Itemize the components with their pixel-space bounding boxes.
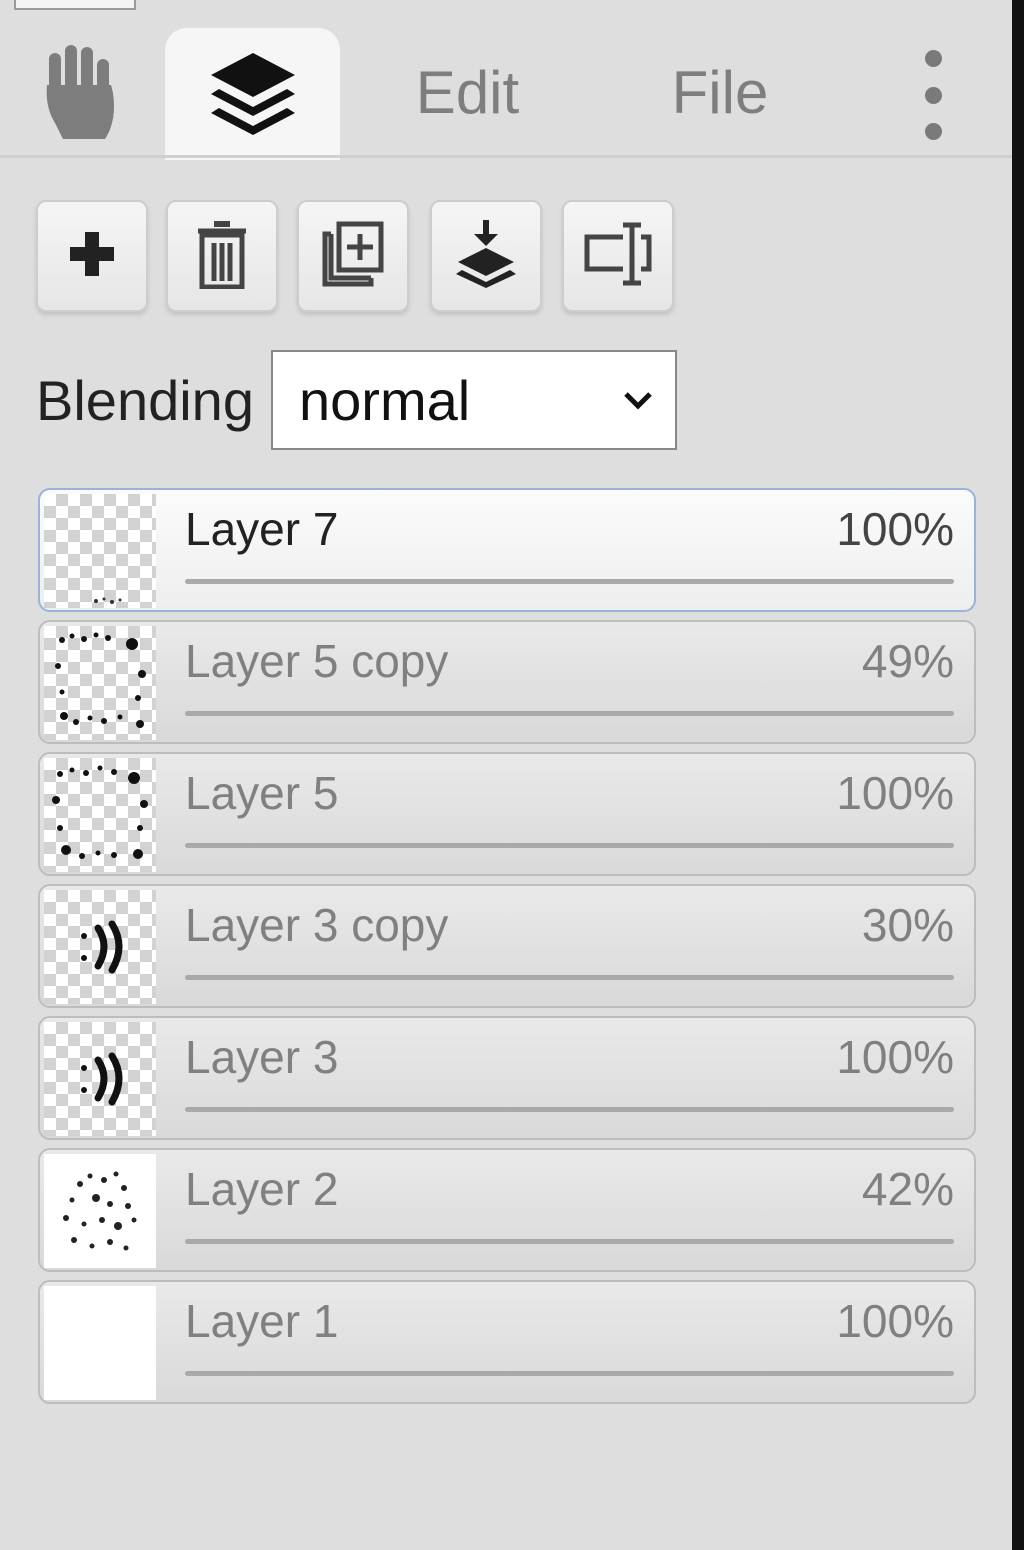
window-edge xyxy=(1012,0,1024,1550)
blending-label: Blending xyxy=(36,369,254,432)
layer-opacity-value: 100% xyxy=(836,1295,954,1347)
opacity-slider[interactable] xyxy=(185,1371,954,1376)
duplicate-icon xyxy=(321,220,385,293)
layer-thumbnail xyxy=(44,890,156,1004)
layer-name: Layer 1 xyxy=(185,1295,339,1347)
layer-thumbnail xyxy=(44,1022,156,1136)
rename-icon xyxy=(583,219,653,294)
layer-opacity-value: 30% xyxy=(861,899,954,951)
layer-thumbnail xyxy=(44,1154,156,1268)
tab-bar: Edit File xyxy=(0,0,1012,160)
layer-row[interactable]: Layer 3 100% xyxy=(38,1016,976,1140)
blending-value: normal xyxy=(299,368,471,432)
layer-name: Layer 7 xyxy=(185,503,339,555)
delete-layer-button[interactable] xyxy=(166,200,278,312)
opacity-slider[interactable] xyxy=(185,1107,954,1112)
tab-layers[interactable] xyxy=(165,28,340,160)
trash-icon xyxy=(196,219,248,294)
opacity-slider[interactable] xyxy=(185,843,954,848)
layer-name: Layer 2 xyxy=(185,1163,339,1215)
layer-opacity-value: 100% xyxy=(836,767,954,819)
hand-icon xyxy=(41,44,125,146)
more-vertical-icon[interactable] xyxy=(900,50,966,140)
tab-file[interactable]: File xyxy=(650,52,790,132)
layer-opacity-value: 42% xyxy=(861,1163,954,1215)
layer-thumbnail xyxy=(44,758,156,872)
layer-row[interactable]: Layer 2 42% xyxy=(38,1148,976,1272)
layer-thumbnail xyxy=(44,1286,156,1400)
layer-opacity-value: 49% xyxy=(861,635,954,687)
tab-bar-divider xyxy=(0,155,1012,158)
layer-name: Layer 5 xyxy=(185,767,339,819)
layer-row[interactable]: Layer 5 copy 49% xyxy=(38,620,976,744)
merge-down-icon xyxy=(454,219,518,293)
layer-opacity-value: 100% xyxy=(836,503,954,555)
merge-down-button[interactable] xyxy=(430,200,542,312)
layer-row[interactable]: Layer 1 100% xyxy=(38,1280,976,1404)
plus-icon xyxy=(68,230,116,283)
opacity-slider[interactable] xyxy=(185,975,954,980)
blending-select[interactable]: normal xyxy=(271,350,677,450)
duplicate-layer-button[interactable] xyxy=(297,200,409,312)
layers-icon xyxy=(207,49,299,140)
layer-opacity-value: 100% xyxy=(836,1031,954,1083)
layer-thumbnail xyxy=(44,626,156,740)
tab-hand[interactable] xyxy=(25,40,140,150)
layer-row[interactable]: Layer 3 copy 30% xyxy=(38,884,976,1008)
add-layer-button[interactable] xyxy=(36,200,148,312)
chevron-down-icon xyxy=(621,384,655,423)
layer-name: Layer 3 copy xyxy=(185,899,449,951)
tab-edit[interactable]: Edit xyxy=(400,52,535,132)
opacity-slider[interactable] xyxy=(185,1239,954,1244)
rename-layer-button[interactable] xyxy=(562,200,674,312)
layer-thumbnail xyxy=(44,494,156,608)
opacity-slider[interactable] xyxy=(185,579,954,584)
layer-row[interactable]: Layer 7 100% xyxy=(38,488,976,612)
layer-row[interactable]: Layer 5 100% xyxy=(38,752,976,876)
layer-name: Layer 5 copy xyxy=(185,635,449,687)
opacity-slider[interactable] xyxy=(185,711,954,716)
layer-name: Layer 3 xyxy=(185,1031,339,1083)
